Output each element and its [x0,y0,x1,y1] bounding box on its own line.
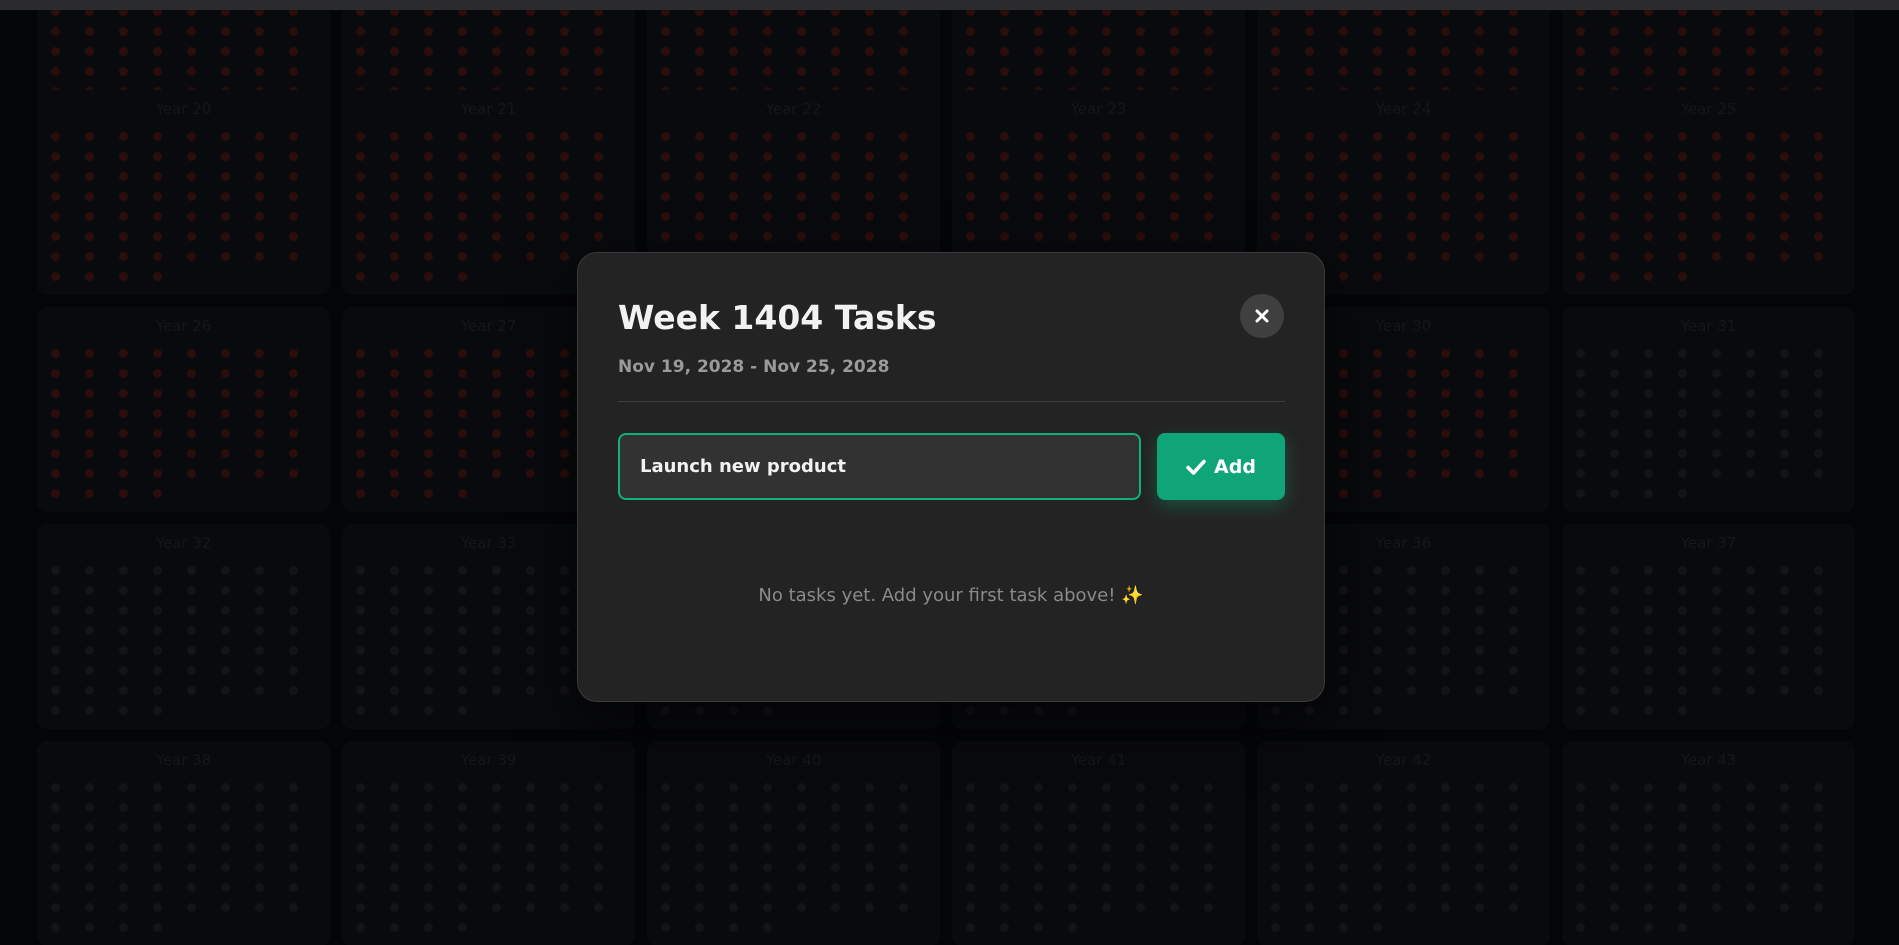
add-button-label: Add [1214,455,1256,478]
modal-title: Week 1404 Tasks [618,298,937,337]
close-button[interactable] [1240,294,1284,338]
check-icon [1186,459,1206,475]
modal-divider [618,401,1285,402]
week-date-range: Nov 19, 2028 - Nov 25, 2028 [618,357,890,377]
close-icon [1255,309,1269,323]
empty-tasks-message: No tasks yet. Add your first task above!… [758,585,1144,606]
add-task-button[interactable]: Add [1157,433,1285,500]
task-input[interactable] [618,433,1141,500]
week-tasks-modal: Week 1404 Tasks Nov 19, 2028 - Nov 25, 2… [577,252,1325,702]
